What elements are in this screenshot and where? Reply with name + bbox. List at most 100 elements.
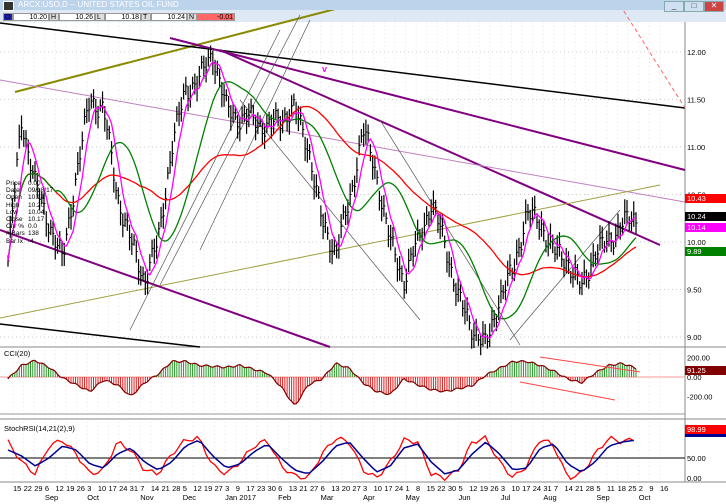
date-tick-label: 29 (34, 484, 42, 493)
info-row: # Bars 138 (6, 230, 53, 237)
date-tick-label: 7 (554, 484, 558, 493)
cci-tick-label: 200.00 (687, 354, 710, 363)
info-value: 09/18/17 (28, 187, 54, 195)
price-tick-label: 12.00 (687, 48, 706, 57)
date-tick-label: 19 (480, 484, 488, 493)
info-label: Open (6, 194, 22, 202)
date-tick-label: 21 (575, 484, 583, 493)
date-tick-label: 5 (458, 484, 462, 493)
month-label: Apr (363, 493, 375, 502)
date-tick-label: 17 (384, 484, 392, 493)
ohlc-key: N (187, 13, 197, 21)
date-tick-label: 15 (13, 484, 21, 493)
date-tick-label: 3 (225, 484, 229, 493)
ohlc-net-change: -0.01 (197, 13, 235, 21)
date-tick-label: 24 (395, 484, 403, 493)
info-label: # Bars (6, 230, 25, 238)
info-row: Bar Ix -4 (6, 238, 53, 245)
date-tick-label: 10 (98, 484, 106, 493)
date-tick-label: 22 (24, 484, 32, 493)
date-tick-label: 16 (660, 484, 668, 493)
maximize-button[interactable]: □ (684, 1, 704, 12)
date-tick-label: 31 (130, 484, 138, 493)
info-row: Open 10.14 (6, 194, 53, 201)
date-tick-label: 18 (618, 484, 626, 493)
info-row: High 10.20 (6, 202, 53, 209)
date-tick-label: 20 (342, 484, 350, 493)
date-tick-label: 12 (469, 484, 477, 493)
date-tick-label: 9 (236, 484, 240, 493)
ohlc-last: 10.24 (151, 13, 187, 21)
date-tick-label: 21 (161, 484, 169, 493)
info-label: Date (6, 187, 20, 195)
date-tick-label: 12 (55, 484, 63, 493)
date-tick-label: 8 (416, 484, 420, 493)
date-tick-label: 3 (501, 484, 505, 493)
minimize-button[interactable]: _ (664, 1, 684, 12)
stoch-tick-label: 0.00 (687, 474, 702, 483)
app-icon (3, 1, 14, 11)
close-button[interactable]: ✕ (704, 1, 724, 12)
month-label: Mar (321, 493, 334, 502)
month-label: Jun (458, 493, 470, 502)
info-label: Bar Ix (6, 237, 23, 245)
price-tick-label: 11.50 (687, 96, 705, 105)
date-tick-label: 30 (268, 484, 276, 493)
info-value: 10.04 (28, 208, 45, 216)
date-tick-label: 27 (352, 484, 360, 493)
info-row: Price 0.00 (6, 180, 53, 187)
info-value: 138 (28, 230, 39, 238)
date-tick-label: 12 (193, 484, 201, 493)
info-label: Price (6, 180, 21, 187)
price-tick-label: 11.00 (687, 143, 705, 152)
date-tick-label: 24 (533, 484, 541, 493)
date-tick-label: 19 (204, 484, 212, 493)
date-tick-label: 5 (183, 484, 187, 493)
price-chart[interactable]: 200.000.00-200.0091.25 50.000.0098.99 12… (0, 0, 726, 504)
month-label: Oct (639, 493, 652, 502)
cci-tick-label: -200.00 (687, 392, 712, 401)
stoch-tag-label: 98.99 (687, 425, 706, 434)
date-tick-label: 22 (437, 484, 445, 493)
month-label: Sep (45, 493, 58, 502)
date-tick-label: 24 (119, 484, 127, 493)
ohlc-key: H (49, 13, 59, 21)
info-label: Chr % (6, 223, 25, 231)
date-tick-label: 3 (363, 484, 367, 493)
date-tick-label: 17 (522, 484, 530, 493)
date-tick-label: 14 (565, 484, 573, 493)
price-tag-label: 10.24 (687, 212, 706, 221)
annotation-v: v (322, 64, 327, 74)
info-panel: Price 0.00 Date 09/18/17 Open 10.14 High 10.20 L… (6, 180, 53, 245)
date-tick-label: 10 (374, 484, 382, 493)
info-row: Date 09/18/17 (6, 187, 53, 194)
date-tick-label: 6 (278, 484, 282, 493)
date-tick-label: 30 (448, 484, 456, 493)
info-value: -4 (28, 237, 34, 245)
stochrsi-title: StochRSI(14,21(2),9) (4, 424, 75, 433)
price-tag-label: 9.89 (687, 247, 702, 256)
date-tick-label: 28 (586, 484, 594, 493)
price-tick-label: 9.00 (687, 333, 702, 342)
info-value: 0.00 (28, 180, 41, 187)
ohlc-low: 10.18 (105, 13, 141, 21)
date-tick-label: 27 (310, 484, 318, 493)
info-label: High (6, 201, 20, 209)
price-tag-label: 10.14 (687, 223, 706, 232)
date-tick-label: 6 (45, 484, 49, 493)
date-tick-label: 13 (289, 484, 297, 493)
date-tick-label: 10 (512, 484, 520, 493)
month-label: Aug (543, 493, 556, 502)
info-value: 10.20 (28, 201, 45, 209)
info-value: 0.0 (28, 223, 38, 231)
window-title: ARCX:USO,D -- UNITED STATES OIL FUND (18, 0, 179, 9)
date-tick-label: 11 (607, 484, 615, 493)
ohlc-high: 10.26 (59, 13, 95, 21)
date-tick-label: 5 (596, 484, 600, 493)
info-row: Close 10.17 (6, 216, 53, 223)
ohlc-key: T (141, 13, 151, 21)
date-tick-label: 9 (649, 484, 653, 493)
date-tick-label: 23 (257, 484, 265, 493)
date-tick-label: 27 (215, 484, 223, 493)
month-label: Jan 2017 (225, 493, 256, 502)
